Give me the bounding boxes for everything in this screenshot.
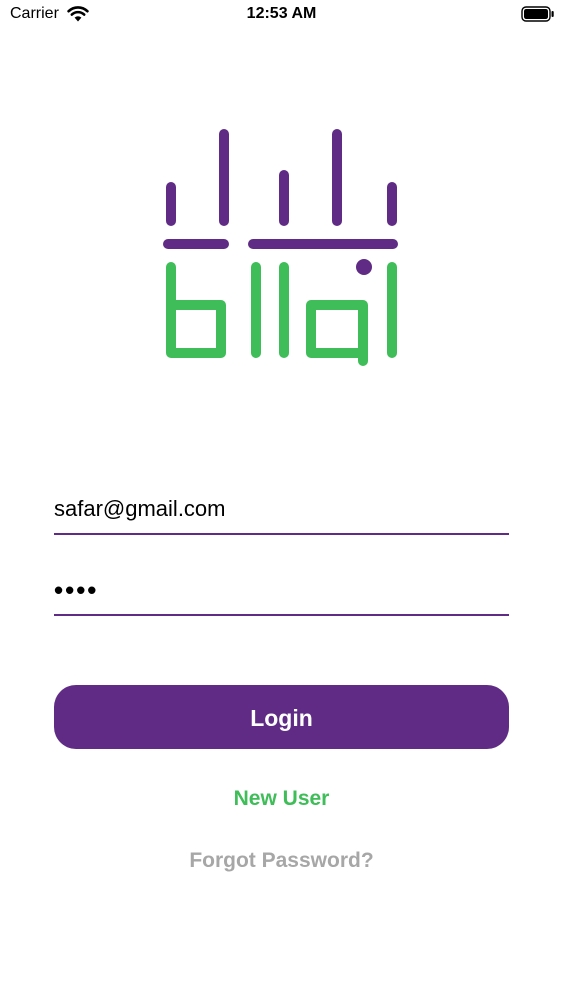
forgot-password-link[interactable]: Forgot Password? [0,849,563,873]
email-field-container [54,485,509,535]
bilal-logo [163,129,398,366]
password-field-container [54,566,509,616]
new-user-link[interactable]: New User [0,787,563,811]
email-field[interactable] [54,485,509,533]
login-button[interactable]: Login [54,685,509,749]
battery-icon [521,6,554,22]
password-field[interactable] [54,566,509,614]
status-time: 12:53 AM [246,5,317,22]
status-bar: Carrier 12:53 AM [0,0,563,30]
